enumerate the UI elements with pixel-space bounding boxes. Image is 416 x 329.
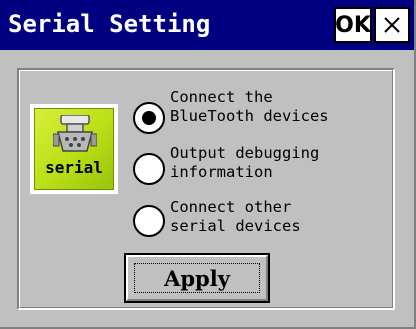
apply-button-label: Apply (164, 265, 230, 291)
serial-connector-icon (53, 115, 97, 152)
serial-setting-dialog: Serial Setting OK serial Connect the Blu… (0, 0, 416, 329)
radio-label-line: BlueTooth devices (170, 107, 329, 125)
title-bar: Serial Setting OK (0, 0, 414, 50)
close-button[interactable] (374, 7, 410, 43)
radio-label-line: serial devices (170, 217, 301, 235)
radio-label-line: information (170, 163, 273, 181)
radio-label-line: Connect the (170, 88, 273, 106)
dialog-title: Serial Setting (8, 10, 211, 38)
serial-icon-label: serial (45, 158, 103, 177)
radio-label-line: Output debugging (170, 144, 320, 162)
radio-label: Connect other serial devices (170, 198, 410, 236)
radio-button[interactable] (133, 153, 165, 185)
radio-selected-dot (142, 111, 156, 125)
ok-button[interactable]: OK (334, 7, 372, 43)
radio-label: Output debugging information (170, 144, 410, 182)
serial-icon-frame: serial (30, 104, 118, 194)
radio-label-line: Connect other (170, 198, 292, 216)
apply-button[interactable]: Apply (124, 253, 270, 303)
serial-port-icon: serial (34, 108, 114, 190)
radio-button[interactable] (133, 205, 165, 237)
radio-button[interactable] (133, 102, 165, 134)
close-icon (384, 17, 400, 33)
radio-label: Connect the BlueTooth devices (170, 88, 410, 126)
